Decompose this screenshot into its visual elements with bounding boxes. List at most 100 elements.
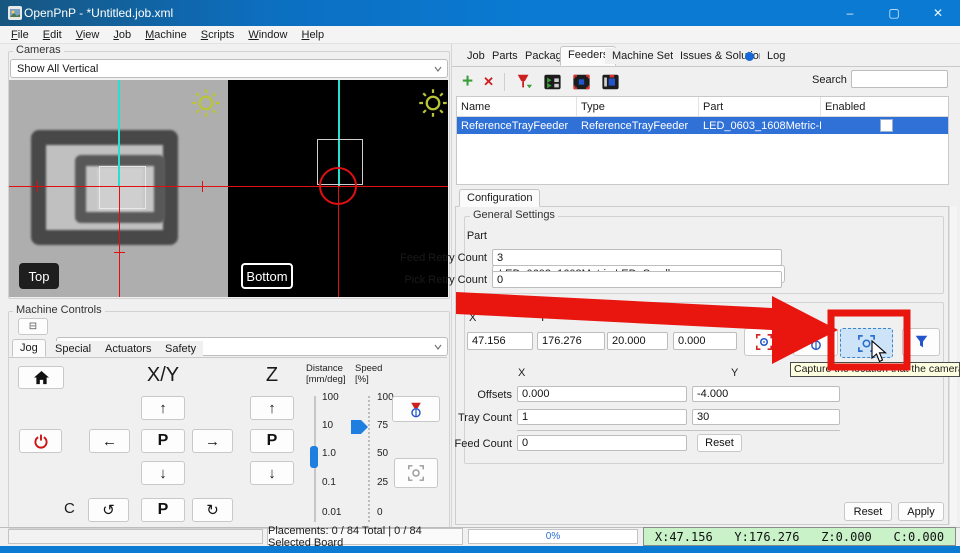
- add-feeder-button[interactable]: +: [462, 72, 473, 91]
- delete-feeder-button[interactable]: ✕: [483, 74, 494, 90]
- z-axis-heading: Z: [265, 364, 279, 386]
- tray-count-y-input[interactable]: [692, 409, 840, 425]
- jog-y-plus-button[interactable]: ↑: [141, 396, 185, 420]
- cell-part: LED_0603_1608Metric-LED...: [703, 119, 821, 132]
- tab-jog[interactable]: Jog: [12, 339, 46, 357]
- tab-log[interactable]: Log: [760, 48, 793, 64]
- bottom-camera-label: Bottom: [241, 263, 293, 289]
- distance-tick: 10: [322, 420, 334, 431]
- bottom-camera-view[interactable]: Bottom: [228, 80, 448, 297]
- column-header-type[interactable]: Type: [577, 97, 699, 116]
- feed-count-input[interactable]: [517, 435, 687, 451]
- pick-feeder-button[interactable]: [543, 73, 562, 91]
- tab-safety[interactable]: Safety: [158, 341, 204, 357]
- park-xy-button[interactable]: P: [141, 429, 185, 453]
- menu-window[interactable]: Window: [241, 28, 294, 42]
- location-filter-button[interactable]: [902, 328, 940, 356]
- general-settings-title: General Settings: [470, 209, 558, 221]
- camera-position-button[interactable]: [394, 458, 438, 488]
- title-bar: OpenPnP - *Untitled.job.xml – ▢ ✕: [0, 0, 960, 26]
- brightness-sun-icon[interactable]: [418, 88, 448, 118]
- home-icon: [33, 370, 49, 384]
- tab-special[interactable]: Special: [48, 341, 99, 357]
- speed-slider-track[interactable]: [368, 396, 370, 522]
- close-button[interactable]: ✕: [916, 0, 960, 26]
- capture-camera-location-button[interactable]: [744, 328, 784, 356]
- status-message-field: [8, 529, 263, 544]
- footprint-reticle: [99, 166, 146, 209]
- tooltip: Capture the location that the camera is: [790, 362, 960, 377]
- dro-z: Z:0.000: [821, 529, 872, 544]
- pick-retry-input[interactable]: [492, 271, 782, 288]
- issues-notification-dot: [745, 52, 754, 61]
- jog-x-plus-button[interactable]: →: [192, 429, 233, 453]
- speed-slider-handle[interactable]: [351, 420, 368, 434]
- tab-configuration[interactable]: Configuration: [459, 189, 541, 207]
- feed-feeder-button[interactable]: [515, 73, 533, 91]
- tab-actuators[interactable]: Actuators: [98, 341, 159, 357]
- feed-retry-input[interactable]: [492, 249, 782, 266]
- jog-y-minus-button[interactable]: ↓: [141, 461, 185, 485]
- maximize-button[interactable]: ▢: [872, 0, 916, 26]
- park-z-button[interactable]: P: [250, 429, 294, 453]
- move-camera-to-location-button[interactable]: [840, 328, 893, 358]
- rotate-cw-button[interactable]: ↻: [192, 498, 233, 522]
- menu-help[interactable]: Help: [294, 28, 331, 42]
- collapse-jog-button[interactable]: ⊟: [18, 318, 48, 335]
- feed-count-reset-button[interactable]: Reset: [697, 434, 742, 452]
- distance-slider-handle[interactable]: [310, 446, 318, 468]
- menu-edit[interactable]: Edit: [36, 28, 69, 42]
- offsets-x-input[interactable]: [517, 386, 687, 402]
- home-button[interactable]: [18, 366, 64, 389]
- menu-file[interactable]: File: [4, 28, 36, 42]
- config-reset-button[interactable]: Reset: [844, 502, 892, 521]
- capture-nozzle-location-button[interactable]: [793, 328, 838, 356]
- jog-z-minus-button[interactable]: ↓: [250, 461, 294, 485]
- pick-y-input[interactable]: [537, 332, 605, 350]
- config-apply-button[interactable]: Apply: [898, 502, 944, 521]
- pick-y-label: Y: [539, 312, 547, 324]
- column-header-name[interactable]: Name: [457, 97, 577, 116]
- menu-job[interactable]: Job: [106, 28, 138, 42]
- power-icon: [33, 434, 48, 449]
- column-header-enabled[interactable]: Enabled: [821, 97, 948, 116]
- pick-x-input[interactable]: [467, 332, 533, 350]
- camera-view-selector[interactable]: Show All Vertical: [10, 59, 448, 78]
- menu-view[interactable]: View: [69, 28, 107, 42]
- menu-scripts[interactable]: Scripts: [194, 28, 242, 42]
- crosshair-tick: [37, 181, 38, 192]
- jog-x-minus-button[interactable]: ←: [89, 429, 130, 453]
- cell-enabled: [821, 117, 948, 134]
- rotate-ccw-button[interactable]: ↺: [88, 498, 129, 522]
- search-input[interactable]: [851, 70, 948, 88]
- distance-tick: 100: [322, 392, 339, 403]
- top-camera-label: Top: [19, 263, 59, 289]
- section-divider: [517, 430, 840, 431]
- jog-z-plus-button[interactable]: ↑: [250, 396, 294, 420]
- feeder-location-button[interactable]: [601, 73, 620, 91]
- dro-y: Y:176.276: [734, 529, 800, 544]
- column-header-part[interactable]: Part: [699, 97, 821, 116]
- crosshair-tick: [202, 181, 203, 192]
- enabled-checkbox[interactable]: [880, 119, 893, 132]
- power-button[interactable]: [19, 429, 62, 453]
- crosshair-vertical: [119, 186, 120, 297]
- feed-and-pick-feeder-button[interactable]: [572, 73, 591, 91]
- pick-z-input[interactable]: [607, 332, 668, 350]
- funnel-icon: [915, 335, 927, 348]
- crosshair-tick: [114, 252, 125, 253]
- park-rotation-button[interactable]: P: [141, 498, 185, 522]
- chevron-down-icon: [434, 344, 442, 350]
- capture-camera-icon: [408, 465, 424, 481]
- offsets-y-input[interactable]: [692, 386, 840, 402]
- menu-machine[interactable]: Machine: [138, 28, 194, 42]
- minimize-button[interactable]: –: [828, 0, 872, 26]
- brightness-sun-icon[interactable]: [191, 88, 221, 118]
- pick-z-label: Z: [618, 312, 625, 324]
- table-row-selected[interactable]: ReferenceTrayFeeder ReferenceTrayFeeder …: [457, 117, 948, 134]
- menu-bar: File Edit View Job Machine Scripts Windo…: [0, 26, 960, 44]
- cell-type: ReferenceTrayFeeder: [581, 119, 689, 132]
- tray-count-x-input[interactable]: [517, 409, 687, 425]
- top-camera-view[interactable]: Top: [9, 80, 228, 297]
- pick-rotation-input[interactable]: [673, 332, 737, 350]
